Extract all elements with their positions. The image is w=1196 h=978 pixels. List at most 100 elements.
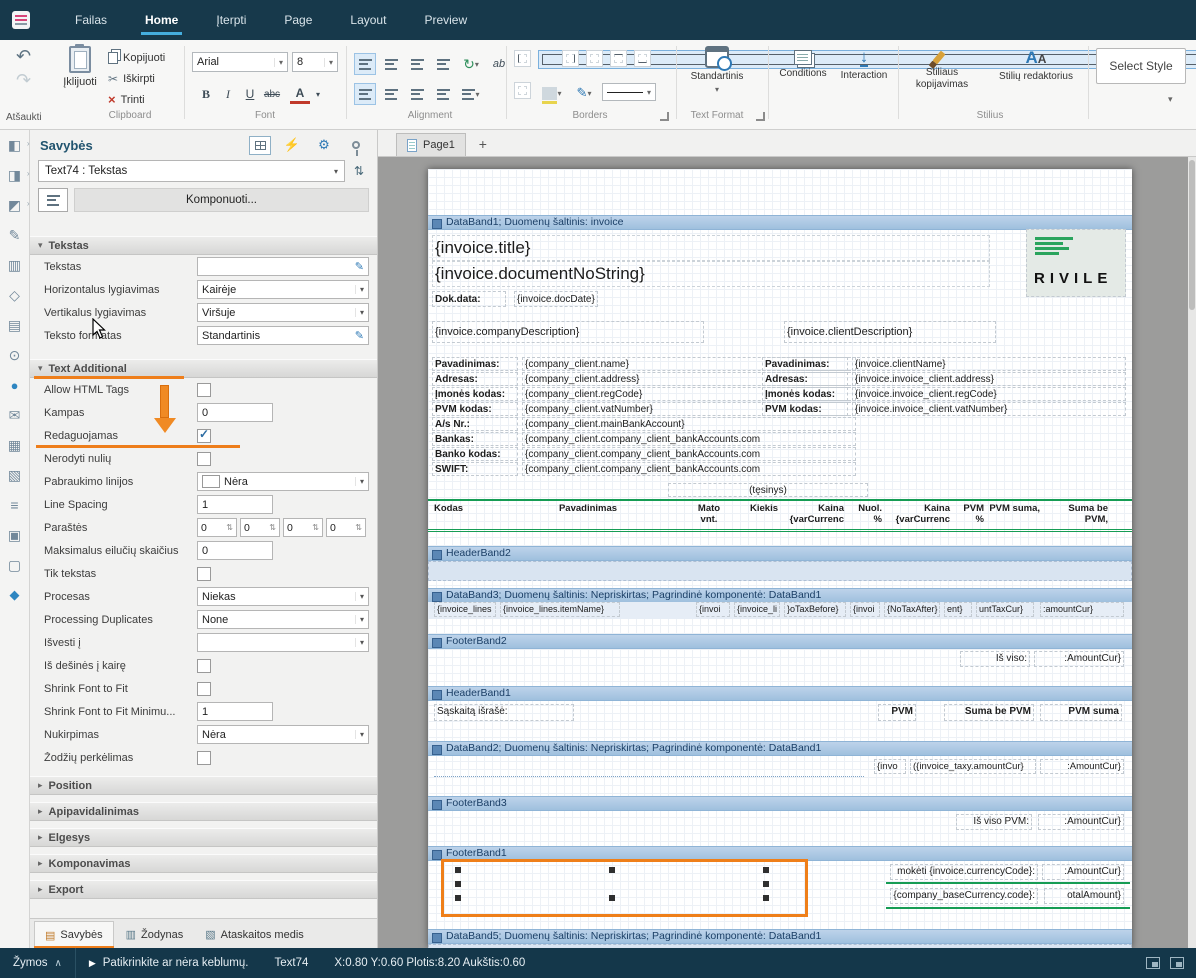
align-justify-button[interactable]: [432, 53, 454, 75]
section-export-header[interactable]: ▸Export: [30, 880, 377, 899]
tekstas-input[interactable]: ✎: [197, 257, 369, 276]
field-tax-line[interactable]: ({invoice_taxy.amountCur}: [910, 759, 1036, 774]
field-invoice-docno[interactable]: {invoice.documentNoString}: [432, 261, 990, 287]
italic-button[interactable]: I: [218, 84, 238, 104]
scrollbar-thumb[interactable]: [1189, 160, 1195, 310]
strikethrough-button[interactable]: abc: [262, 84, 282, 104]
section-position-header[interactable]: ▸Position: [30, 776, 377, 795]
rtl-checkbox[interactable]: [197, 659, 211, 673]
field-line[interactable]: untTaxCur}: [976, 602, 1034, 617]
toolbox-calendar-icon[interactable]: ▦: [6, 436, 24, 454]
select-style-chevron-icon[interactable]: ▾: [1168, 94, 1173, 105]
processing-duplicates-select[interactable]: None▾: [197, 610, 369, 629]
underline-button[interactable]: U: [240, 84, 260, 104]
margin-left-stepper[interactable]: 0⇅: [197, 518, 237, 537]
conditions-button[interactable]: Conditions: [776, 50, 830, 79]
field-label[interactable]: Bankas:: [432, 432, 518, 446]
cut-button[interactable]: ✂Iškirpti: [108, 72, 155, 86]
valign-select[interactable]: Viršuje▾: [197, 303, 369, 322]
toolbox-text-icon[interactable]: ✎: [6, 226, 24, 244]
field-label[interactable]: Įmonės kodas:: [762, 387, 848, 401]
field-tesinys[interactable]: (tęsinys): [668, 483, 868, 497]
toolbox-table-icon[interactable]: ▧: [6, 466, 24, 484]
section-elgesys-header[interactable]: ▸Elgesys: [30, 828, 377, 847]
nukirpimas-select[interactable]: Nėra▾: [197, 725, 369, 744]
section-apipavidalinimas-header[interactable]: ▸Apipavidalinimas: [30, 802, 377, 821]
field-line[interactable]: }oTaxBefore}: [784, 602, 846, 617]
vertical-scrollbar[interactable]: [1188, 157, 1196, 948]
field-pvm-total-value[interactable]: :AmountCur}: [1038, 814, 1124, 830]
field-total-label[interactable]: Iš viso:: [960, 651, 1030, 667]
text-format-input[interactable]: Standartinis✎: [197, 326, 369, 345]
menu-layout[interactable]: Layout: [331, 0, 405, 40]
field-line[interactable]: {invoi: [850, 602, 880, 617]
interaction-button[interactable]: ↓ Interaction: [836, 50, 892, 81]
toolbox-snippet-icon[interactable]: ◆: [6, 586, 24, 604]
toolbox-band-icon[interactable]: ◨›: [6, 166, 24, 184]
band-header-databand2[interactable]: DataBand2; Duomenų šaltinis: Nepriskirta…: [428, 741, 1132, 756]
band-header-headerband1[interactable]: HeaderBand1: [428, 686, 1132, 701]
paste-button[interactable]: Įklijuoti: [56, 46, 104, 106]
resize-handle[interactable]: [763, 895, 769, 901]
grid-view-button[interactable]: [249, 136, 271, 155]
text-rotation-button[interactable]: ↻▾: [458, 53, 484, 75]
add-page-button[interactable]: +: [474, 134, 492, 154]
resize-handle[interactable]: [609, 895, 615, 901]
menu-iterpti[interactable]: Įterpti: [197, 0, 265, 40]
band-header-databand1[interactable]: DataBand1; Duomenų šaltinis: invoice: [428, 215, 1132, 230]
text-wrap-button[interactable]: [432, 83, 454, 105]
edit-pencil-icon[interactable]: ✎: [355, 329, 364, 342]
tags-toggle[interactable]: Žymos∧: [0, 948, 75, 978]
borders-dialog-launcher[interactable]: [660, 112, 669, 121]
field-label[interactable]: Pavadinimas:: [432, 357, 518, 371]
undo-button[interactable]: ↶: [16, 46, 31, 67]
field-docdate[interactable]: {invoice.docDate}: [514, 291, 598, 307]
toolbox-list-icon[interactable]: ≡: [6, 496, 24, 514]
empty-band-row[interactable]: [428, 561, 1132, 581]
field-payable-label[interactable]: mokėti {invoice.currencyCode}:: [890, 864, 1038, 880]
band-header-headerband2[interactable]: HeaderBand2: [428, 546, 1132, 561]
resize-handle[interactable]: [455, 867, 461, 873]
design-canvas[interactable]: DataBand1; Duomenų šaltinis: invoice {in…: [378, 157, 1188, 948]
border-style-combo[interactable]: ▾: [602, 83, 656, 101]
style-editor-button[interactable]: AA Stilių redaktorius: [988, 48, 1084, 82]
resize-handle[interactable]: [763, 881, 769, 887]
layout-view-icon[interactable]: [1170, 957, 1184, 969]
section-additional-header[interactable]: ▾ Text Additional: [30, 359, 377, 378]
toolbox-container-icon[interactable]: ▢: [6, 556, 24, 574]
isvesti-select[interactable]: ▾: [197, 633, 369, 652]
field-value[interactable]: {invoice.invoice_client.vatNumber}: [852, 402, 1126, 416]
band-header-databand5[interactable]: DataBand5; Duomenų šaltinis: Nepriskirta…: [428, 929, 1132, 944]
toolbox-clock-icon[interactable]: ⊙: [6, 346, 24, 364]
band-header-footerband3[interactable]: FooterBand3: [428, 796, 1132, 811]
field-label[interactable]: SWIFT:: [432, 462, 518, 476]
field-value[interactable]: {company_client.company_client_bankAccou…: [522, 462, 856, 476]
field-basecurrency-label[interactable]: {company_baseCurrency.code}:: [890, 888, 1038, 904]
field-total-value[interactable]: :AmountCur}: [1034, 651, 1124, 667]
align-middle-button[interactable]: [380, 83, 402, 105]
border-bottom-button[interactable]: [634, 50, 651, 67]
field-dokdata-label[interactable]: Dok.data:: [432, 291, 506, 307]
fill-color-button[interactable]: ▾: [538, 82, 566, 104]
field-label[interactable]: Banko kodas:: [432, 447, 518, 461]
field-line[interactable]: {NoTaxAfter}: [884, 602, 940, 617]
line-spacing-button[interactable]: ▾: [458, 83, 484, 105]
field-issued-by[interactable]: Sąskaitą išrašė:: [434, 704, 574, 721]
border-top-button[interactable]: [610, 50, 627, 67]
band-header-footerband2[interactable]: FooterBand2: [428, 634, 1132, 649]
resize-handle[interactable]: [455, 895, 461, 901]
field-client-description[interactable]: {invoice.clientDescription}: [784, 321, 996, 343]
toolbox-band-icon[interactable]: ◩›: [6, 196, 24, 214]
line-spacing-input[interactable]: 1: [197, 495, 273, 514]
text-format-button[interactable]: Standartinis ▾: [684, 46, 750, 94]
margin-bottom-stepper[interactable]: 0⇅: [326, 518, 366, 537]
field-payable-value[interactable]: :AmountCur}: [1042, 864, 1124, 880]
border-left-button[interactable]: [514, 50, 531, 67]
align-right-button[interactable]: [406, 53, 428, 75]
redaguojamas-checkbox[interactable]: [197, 429, 211, 443]
align-left-button[interactable]: [354, 53, 376, 75]
dock-panel-icon[interactable]: [1146, 957, 1160, 969]
shrink-min-input[interactable]: 1: [197, 702, 273, 721]
field-invoice-title[interactable]: {invoice.title}: [432, 235, 990, 261]
font-name-combo[interactable]: Arial▾: [192, 52, 288, 72]
